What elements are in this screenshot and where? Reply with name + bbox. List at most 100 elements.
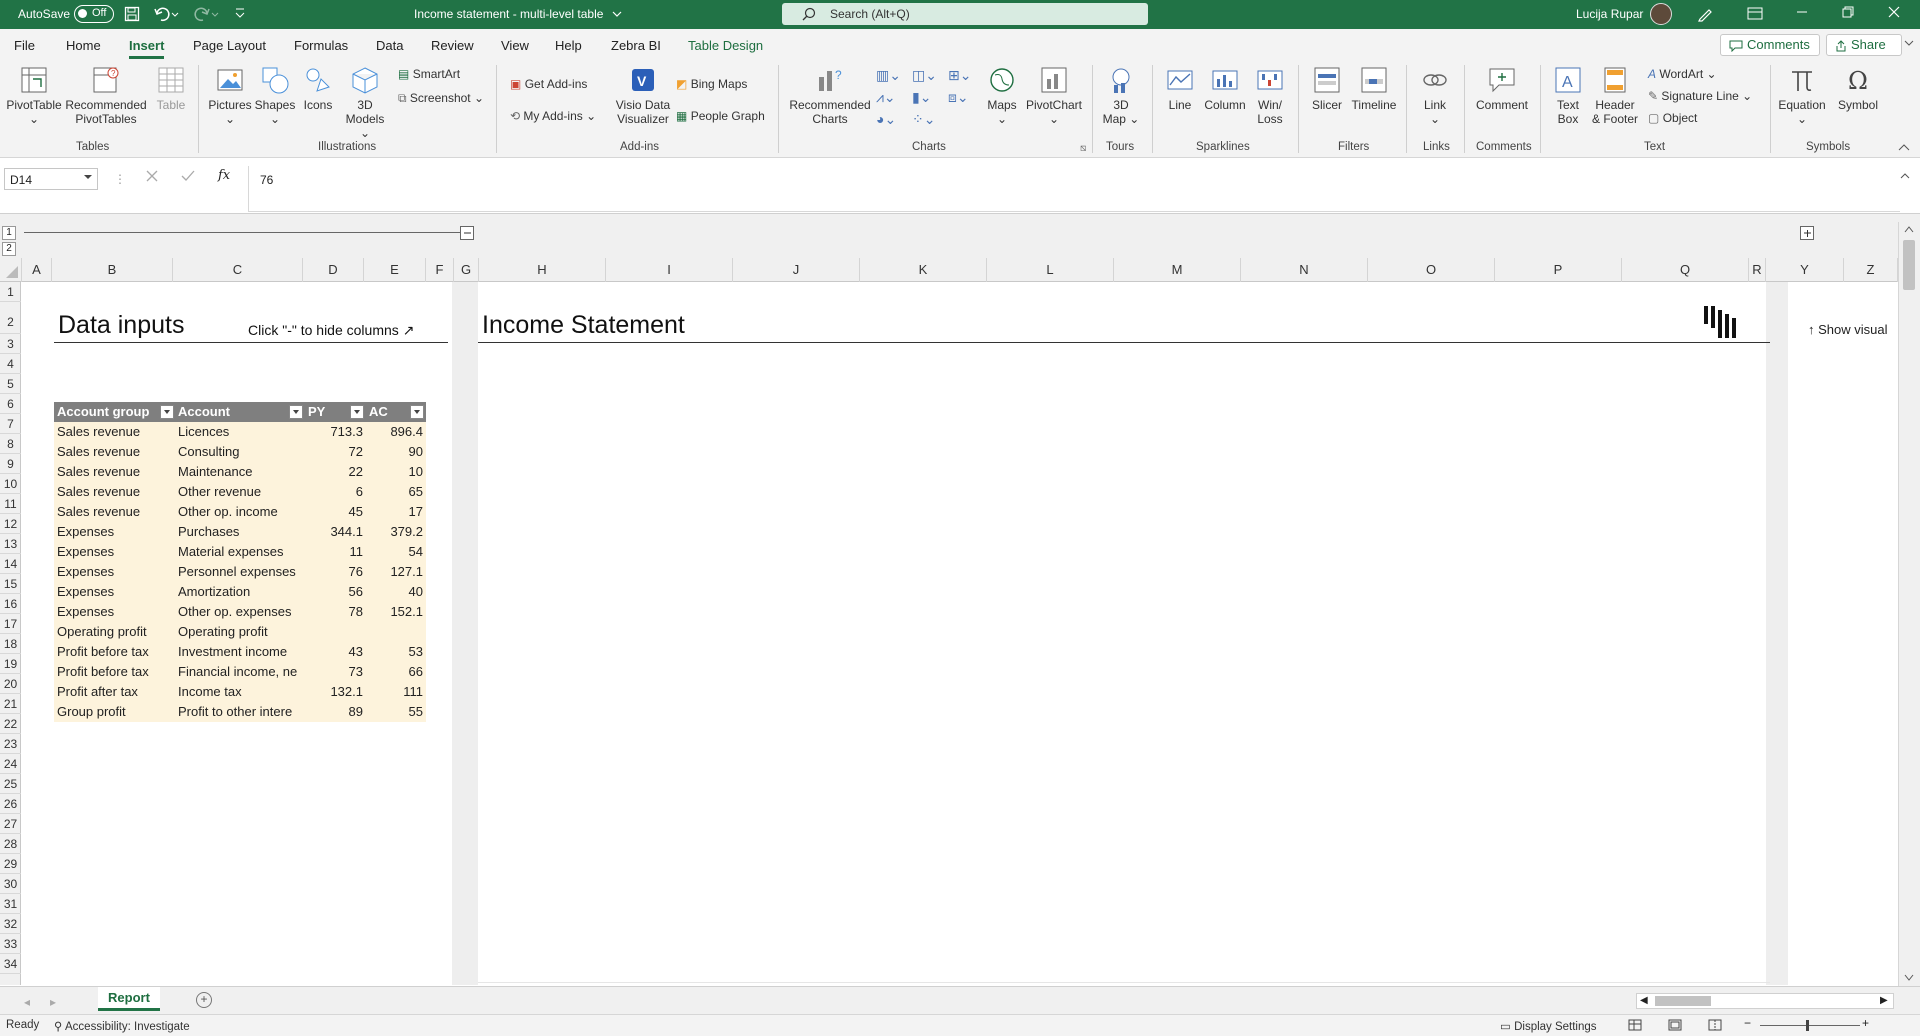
maps-button[interactable]: Maps ⌄ <box>982 65 1022 126</box>
zoom-slider-track[interactable] <box>1760 1025 1860 1026</box>
redo-icon[interactable] <box>193 5 219 23</box>
column-header-n[interactable]: N <box>1241 258 1368 282</box>
share-button[interactable]: Share <box>1826 34 1902 56</box>
expand-formula-icon[interactable] <box>1900 172 1910 180</box>
table-cell[interactable]: Amortization <box>175 582 305 602</box>
row-header[interactable]: 31 <box>0 894 21 914</box>
3d-map-button[interactable]: 3D Map ⌄ <box>1100 65 1142 126</box>
tab-file[interactable]: File <box>14 38 35 53</box>
visio-data-visualizer-button[interactable]: V Visio Data Visualizer <box>614 65 672 126</box>
outline-level-1[interactable]: 1 <box>2 226 16 240</box>
table-cell[interactable]: 56 <box>305 582 366 602</box>
zoom-slider-thumb[interactable] <box>1806 1020 1809 1031</box>
column-header-j[interactable]: J <box>733 258 860 282</box>
comment-button[interactable]: Comment <box>1470 65 1534 112</box>
row-header[interactable]: 22 <box>0 714 21 734</box>
column-chart-icon[interactable]: ▥⌄ <box>876 67 901 84</box>
horizontal-scroll-thumb[interactable] <box>1655 996 1711 1006</box>
pictures-button[interactable]: Pictures ⌄ <box>206 65 254 126</box>
table-cell[interactable]: Operating profit <box>54 622 175 642</box>
table-cell[interactable]: Other revenue <box>175 482 305 502</box>
table-cell[interactable]: 78 <box>305 602 366 622</box>
table-cell[interactable] <box>366 622 426 642</box>
pie-chart-icon[interactable]: ◕⌄ <box>876 111 896 128</box>
table-cell[interactable]: 6 <box>305 482 366 502</box>
row-header[interactable]: 2 <box>0 302 21 334</box>
table-cell[interactable]: Personnel expenses <box>175 562 305 582</box>
accessibility-status[interactable]: ⚲ Accessibility: Investigate <box>54 1019 190 1033</box>
table-cell[interactable]: Sales revenue <box>54 482 175 502</box>
row-header[interactable]: 17 <box>0 614 21 634</box>
table-header-account[interactable]: Account <box>175 402 305 422</box>
table-cell[interactable]: 45 <box>305 502 366 522</box>
sheet-tab-report[interactable]: Report <box>98 987 160 1011</box>
wordart-button[interactable]: A WordArt ⌄ <box>1648 67 1717 81</box>
table-cell[interactable]: Purchases <box>175 522 305 542</box>
pivotchart-button[interactable]: PivotChart ⌄ <box>1024 65 1084 126</box>
display-settings-button[interactable]: ▭ Display Settings <box>1500 1019 1597 1033</box>
tab-home[interactable]: Home <box>66 38 101 53</box>
table-cell[interactable]: 55 <box>366 702 426 722</box>
table-cell[interactable]: 22 <box>305 462 366 482</box>
table-cell[interactable]: 896.4 <box>366 422 426 442</box>
row-header[interactable]: 29 <box>0 854 21 874</box>
table-cell[interactable]: Sales revenue <box>54 422 175 442</box>
slicer-button[interactable]: Slicer <box>1306 65 1348 112</box>
customize-qat-icon[interactable] <box>234 7 246 19</box>
screenshot-button[interactable]: ⧉ Screenshot ⌄ <box>398 91 484 106</box>
avatar[interactable] <box>1650 3 1672 25</box>
scroll-up-icon[interactable] <box>1904 225 1914 233</box>
get-addins-button[interactable]: ▣ Get Add-ins <box>510 77 587 91</box>
table-cell[interactable]: Expenses <box>54 602 175 622</box>
statistic-chart-icon[interactable]: ▮⌄ <box>912 89 931 106</box>
row-header[interactable]: 23 <box>0 734 21 754</box>
my-addins-button[interactable]: ⟲ My Add-ins ⌄ <box>510 109 596 123</box>
table-cell[interactable]: Income tax <box>175 682 305 702</box>
collapse-group-button[interactable] <box>460 226 474 240</box>
symbol-button[interactable]: Ω Symbol <box>1834 65 1882 112</box>
tab-insert[interactable]: Insert <box>129 38 165 59</box>
dialog-launcher-icon[interactable]: ⧅ <box>1080 143 1086 154</box>
people-graph-button[interactable]: ▦ People Graph <box>676 109 765 123</box>
sparkline-column-button[interactable]: Column <box>1202 65 1248 112</box>
collapse-ribbon-icon[interactable] <box>1898 143 1910 151</box>
table-cell[interactable]: Operating profit <box>175 622 305 642</box>
tab-zebra-bi[interactable]: Zebra BI <box>611 38 661 53</box>
table-cell[interactable]: 40 <box>366 582 426 602</box>
undo-icon[interactable] <box>153 5 179 23</box>
table-cell[interactable]: Profit to other intere <box>175 702 305 722</box>
tab-data[interactable]: Data <box>376 38 403 53</box>
table-cell[interactable]: 72 <box>305 442 366 462</box>
text-box-button[interactable]: A Text Box <box>1550 65 1586 126</box>
row-header[interactable]: 5 <box>0 374 21 394</box>
table-cell[interactable]: 65 <box>366 482 426 502</box>
chevron-down-icon[interactable] <box>1904 39 1914 47</box>
table-cell[interactable]: 17 <box>366 502 426 522</box>
table-cell[interactable]: 132.1 <box>305 682 366 702</box>
scroll-down-icon[interactable] <box>1904 974 1914 982</box>
table-cell[interactable]: Consulting <box>175 442 305 462</box>
outline-level-2[interactable]: 2 <box>2 242 16 256</box>
row-header[interactable]: 30 <box>0 874 21 894</box>
column-header-f[interactable]: F <box>426 258 454 282</box>
row-header[interactable]: 1 <box>0 282 21 302</box>
row-header[interactable]: 27 <box>0 814 21 834</box>
zoom-in-icon[interactable]: + <box>1862 1016 1869 1030</box>
tab-page-layout[interactable]: Page Layout <box>193 38 266 53</box>
normal-view-icon[interactable] <box>1628 1019 1642 1031</box>
column-header-g[interactable]: G <box>454 258 479 282</box>
table-cell[interactable]: 54 <box>366 542 426 562</box>
row-header[interactable]: 9 <box>0 454 21 474</box>
row-header[interactable]: 21 <box>0 694 21 714</box>
pen-icon[interactable] <box>1697 6 1713 22</box>
table-cell[interactable]: Sales revenue <box>54 462 175 482</box>
3d-models-button[interactable]: 3D Models ⌄ <box>340 65 390 140</box>
table-button[interactable]: Table <box>154 65 188 112</box>
row-header[interactable]: 24 <box>0 754 21 774</box>
page-layout-view-icon[interactable] <box>1668 1019 1682 1031</box>
table-cell[interactable]: 344.1 <box>305 522 366 542</box>
column-header-b[interactable]: B <box>52 258 173 282</box>
table-cell[interactable]: Expenses <box>54 562 175 582</box>
scroll-left-icon[interactable]: ◀ <box>1640 995 1648 1006</box>
scatter-chart-icon[interactable]: ⁘⌄ <box>912 111 935 128</box>
